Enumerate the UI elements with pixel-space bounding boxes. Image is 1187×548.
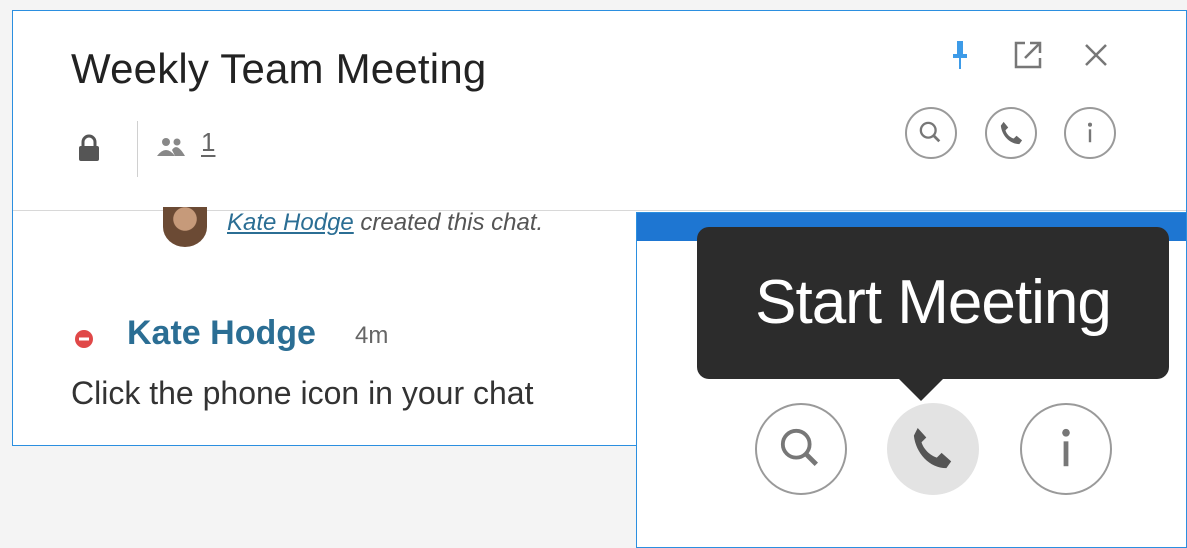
created-suffix: created this chat.	[353, 209, 544, 236]
chat-header: Weekly Team Meeting 1	[13, 11, 1186, 211]
message-text: Click the phone icon in your chat	[71, 375, 534, 411]
phone-icon	[1000, 121, 1023, 145]
avatar	[163, 207, 207, 247]
search-icon	[780, 428, 818, 466]
zoom-search-button[interactable]	[755, 403, 847, 495]
close-icon[interactable]	[1076, 35, 1116, 75]
zoom-info-button[interactable]	[1020, 403, 1112, 495]
search-icon	[919, 121, 941, 143]
chat-title: Weekly Team Meeting	[71, 45, 487, 92]
tooltip-text: Start Meeting	[755, 268, 1112, 337]
tooltip-arrow	[899, 379, 943, 401]
tooltip: Start Meeting	[697, 227, 1169, 379]
start-meeting-button[interactable]	[985, 107, 1037, 159]
popout-icon[interactable]	[1008, 35, 1048, 75]
pin-icon[interactable]	[940, 35, 980, 75]
lock-icon	[79, 134, 99, 161]
members-icon[interactable]	[155, 137, 187, 157]
zoom-callout: Start Meeting	[636, 212, 1187, 548]
info-button[interactable]	[1064, 107, 1116, 159]
message-time: 4m	[355, 322, 389, 349]
info-icon	[1062, 428, 1070, 467]
divider	[137, 121, 138, 177]
search-button[interactable]	[905, 107, 957, 159]
phone-icon	[913, 427, 952, 469]
info-icon	[1087, 122, 1093, 143]
created-text: Kate Hodge created this chat.	[227, 209, 543, 237]
author-link[interactable]: Kate Hodge	[227, 209, 354, 236]
member-count-link[interactable]: 1	[201, 127, 215, 158]
zoom-start-meeting-button[interactable]	[887, 403, 979, 495]
message-author[interactable]: Kate Hodge	[127, 314, 316, 353]
do-not-disturb-icon	[75, 330, 93, 348]
